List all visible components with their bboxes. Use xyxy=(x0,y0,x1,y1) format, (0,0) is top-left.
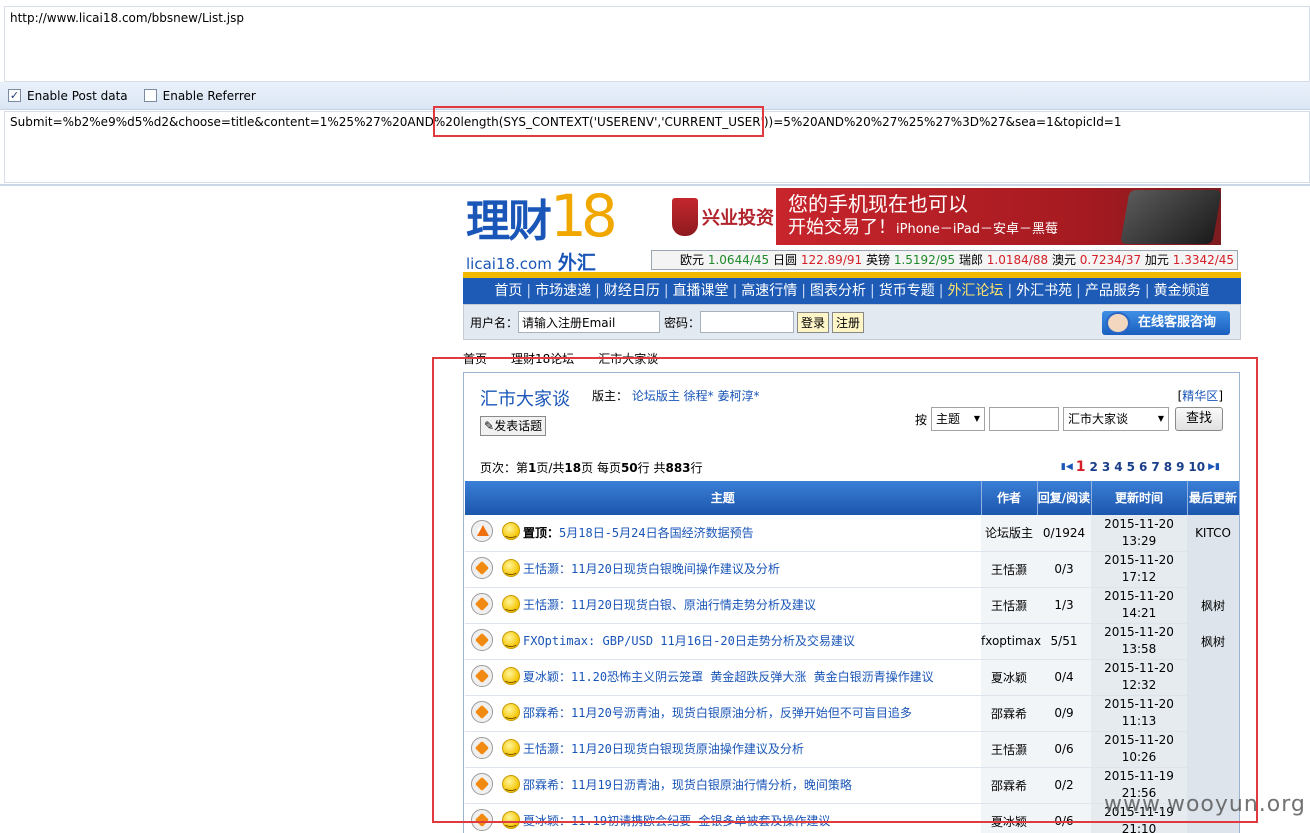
logo-subtitle: licai18.com 外汇 xyxy=(466,252,596,274)
password-label: 密码： xyxy=(664,315,701,330)
ticker-value: 1.5192/95 xyxy=(893,253,956,267)
brand-emblem-icon xyxy=(672,198,698,236)
login-button[interactable]: 登录 xyxy=(797,311,830,333)
ticker-currency: 欧元 xyxy=(680,253,705,267)
highlight-box-result xyxy=(432,357,1258,823)
ticker-currency: 加元 xyxy=(1144,253,1169,267)
username-label: 用户名： xyxy=(470,315,519,330)
nav-item[interactable]: 图表分析 xyxy=(806,278,870,304)
nav-item[interactable]: 货币专题 xyxy=(875,278,939,304)
ticker-value: 1.0644/45 xyxy=(707,253,770,267)
ticker-value: 122.89/91 xyxy=(800,253,863,267)
enable-referrer-label: Enable Referrer xyxy=(162,88,256,103)
nav-item[interactable]: 直播课堂 xyxy=(669,278,733,304)
support-agent-icon xyxy=(1106,312,1130,334)
url-textarea[interactable]: http://www.licai18.com/bbsnew/List.jsp xyxy=(4,6,1310,82)
nav-item[interactable]: 首页 xyxy=(490,278,526,304)
ad-banner[interactable]: 兴业投资 您的手机现在也可以 开始交易了！iPhone－iPad－安卓－黑莓 xyxy=(672,188,1222,245)
nav-item[interactable]: 外汇论坛 xyxy=(943,278,1007,304)
nav-item[interactable]: 黄金频道 xyxy=(1150,278,1214,304)
url-text: http://www.licai18.com/bbsnew/List.jsp xyxy=(10,11,244,25)
enable-post-checkbox[interactable]: ✓ Enable Post data xyxy=(8,89,128,103)
hackbar-separator xyxy=(0,184,1310,186)
logo-title: 理财18 xyxy=(466,182,618,250)
password-input[interactable] xyxy=(700,311,795,333)
ticker-currency: 英镑 xyxy=(865,253,890,267)
login-bar: 用户名： 密码： 登录 注册 在线客服咨询 xyxy=(463,304,1241,340)
checkbox-unchecked-icon[interactable] xyxy=(143,89,157,102)
nav-item[interactable]: 市场速递 xyxy=(531,278,595,304)
ticker-value: 1.0184/88 xyxy=(986,253,1049,267)
highlight-box-payload xyxy=(433,106,764,137)
enable-post-label: Enable Post data xyxy=(27,88,128,103)
main-nav: 首页 | 市场速递 | 财经日历 | 直播课堂 | 高速行情 | 图表分析 | 货币专题 | 外汇论坛 | 外汇… xyxy=(463,278,1241,304)
enable-referrer-checkbox[interactable]: Enable Referrer xyxy=(143,88,256,103)
screenshot-stage: http://www.licai18.com/bbsnew/List.jsp ✓… xyxy=(0,0,1310,833)
banner-brand: 兴业投资 xyxy=(672,192,776,242)
banner-message: 您的手机现在也可以 开始交易了！iPhone－iPad－安卓－黑莓 xyxy=(776,188,1222,245)
ticker-currency: 澳元 xyxy=(1051,253,1076,267)
username-input[interactable] xyxy=(518,311,661,333)
phone-image-icon xyxy=(1120,190,1222,244)
nav-item[interactable]: 财经日历 xyxy=(600,278,664,304)
register-button[interactable]: 注册 xyxy=(832,311,865,333)
watermark: www.wooyun.org xyxy=(1104,792,1306,817)
ticker-currency: 日圆 xyxy=(772,253,797,267)
ticker-currency: 瑞郎 xyxy=(958,253,983,267)
ticker-value: 0.7234/37 xyxy=(1079,253,1142,267)
nav-item[interactable]: 高速行情 xyxy=(737,278,801,304)
nav-item[interactable]: 产品服务 xyxy=(1081,278,1145,304)
checkbox-checked-icon[interactable]: ✓ xyxy=(8,89,21,102)
nav-item[interactable]: 外汇书苑 xyxy=(1012,278,1076,304)
site-logo[interactable]: 理财18 licai18.com 外汇 xyxy=(466,182,646,274)
ticker-value: 1.3342/45 xyxy=(1172,253,1235,267)
fx-ticker: 欧元 1.0644/45 日圆 122.89/91 英镑 1.5192/95 瑞… xyxy=(651,250,1238,270)
online-support-button[interactable]: 在线客服咨询 xyxy=(1102,311,1230,335)
